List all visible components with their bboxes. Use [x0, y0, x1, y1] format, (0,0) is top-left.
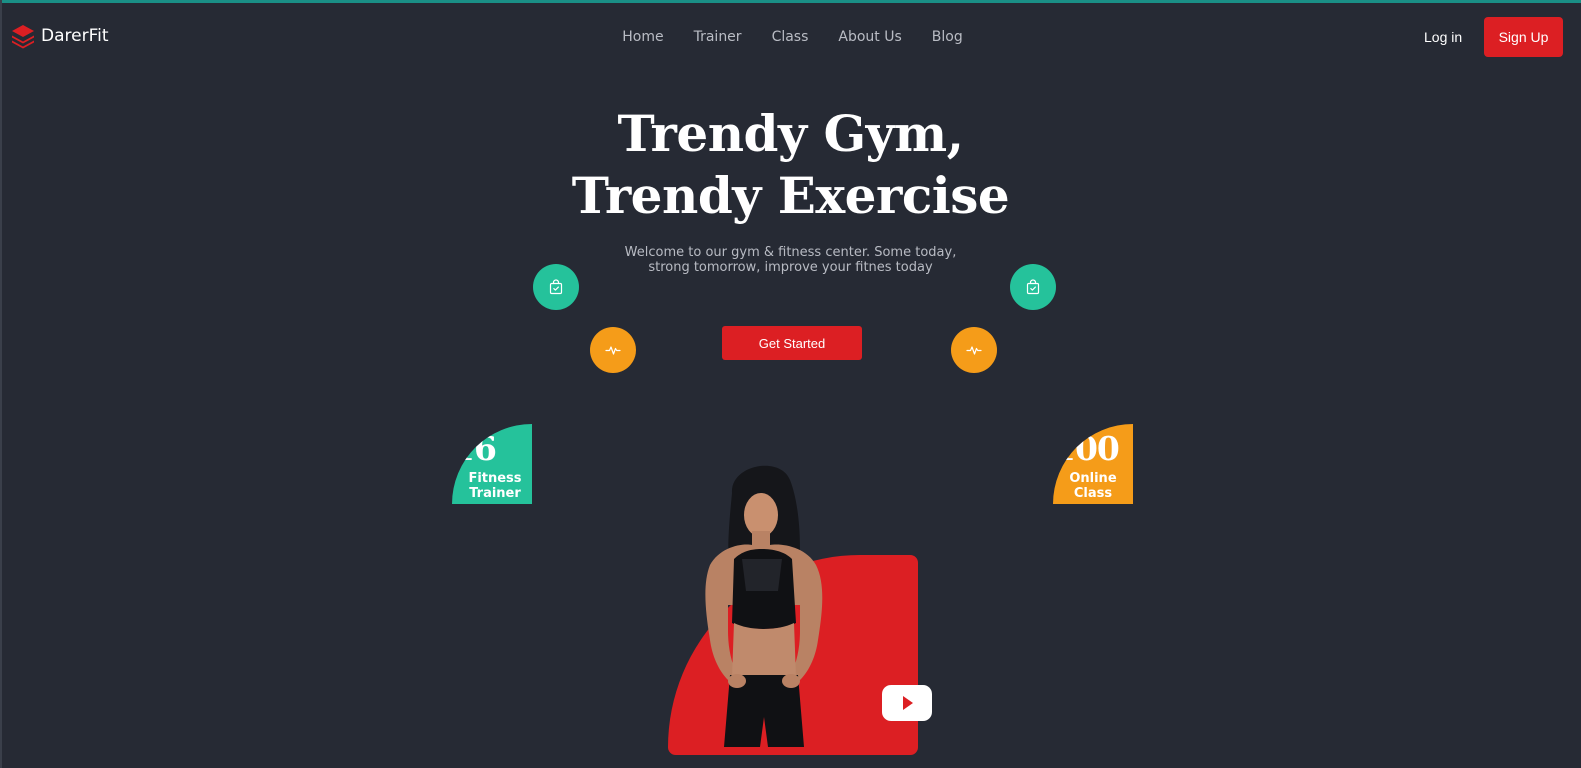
hero-subtitle: Welcome to our gym & fitness center. Som… [0, 245, 1581, 275]
shopping-bag-check-icon [549, 279, 563, 295]
nav-about-us[interactable]: About Us [838, 27, 901, 47]
nav-class[interactable]: Class [772, 27, 809, 47]
bag-badge-left [533, 264, 579, 310]
stat-value: 16 [452, 429, 497, 468]
signup-button[interactable]: Sign Up [1484, 17, 1563, 57]
athlete-photo [705, 465, 823, 747]
nav-trainer[interactable]: Trainer [694, 27, 742, 47]
hero-subtitle-line-1: Welcome to our gym & fitness center. Som… [624, 245, 957, 260]
stat-label-line-2: Trainer [469, 486, 521, 501]
stat-card-trainers: 16 Fitness Trainer [452, 424, 532, 504]
get-started-button[interactable]: Get Started [722, 326, 862, 360]
main-nav: Home Trainer Class About Us Blog [0, 27, 1581, 47]
hero-subtitle-line-2: strong tomorrow, improve your fitnes tod… [648, 260, 933, 275]
pulse-badge-right [951, 327, 997, 373]
play-icon [903, 696, 913, 710]
login-link[interactable]: Log in [1424, 27, 1462, 47]
bag-badge-right [1010, 264, 1056, 310]
pulse-badge-left [590, 327, 636, 373]
hero-title: Trendy Gym, Trendy Exercise [0, 103, 1581, 227]
stat-card-classes: 100 Online Class [1053, 424, 1133, 504]
stat-label-line-2: Class [1073, 486, 1113, 501]
hero-title-line-2: Trendy Exercise [571, 166, 1010, 225]
top-accent-line [0, 0, 1581, 3]
nav-blog[interactable]: Blog [932, 27, 963, 47]
stat-label-line-1: Fitness [468, 471, 522, 486]
play-video-button[interactable] [882, 685, 932, 721]
stat-label-line-1: Online [1069, 471, 1117, 486]
stat-value: 100 [1053, 429, 1120, 468]
heartbeat-icon [966, 346, 982, 355]
stat-label: Fitness Trainer [455, 471, 532, 501]
hero-title-line-1: Trendy Gym, [617, 104, 964, 163]
shopping-bag-check-icon [1026, 279, 1040, 295]
nav-home[interactable]: Home [622, 27, 663, 47]
heartbeat-icon [605, 346, 621, 355]
stat-label: Online Class [1053, 471, 1133, 501]
